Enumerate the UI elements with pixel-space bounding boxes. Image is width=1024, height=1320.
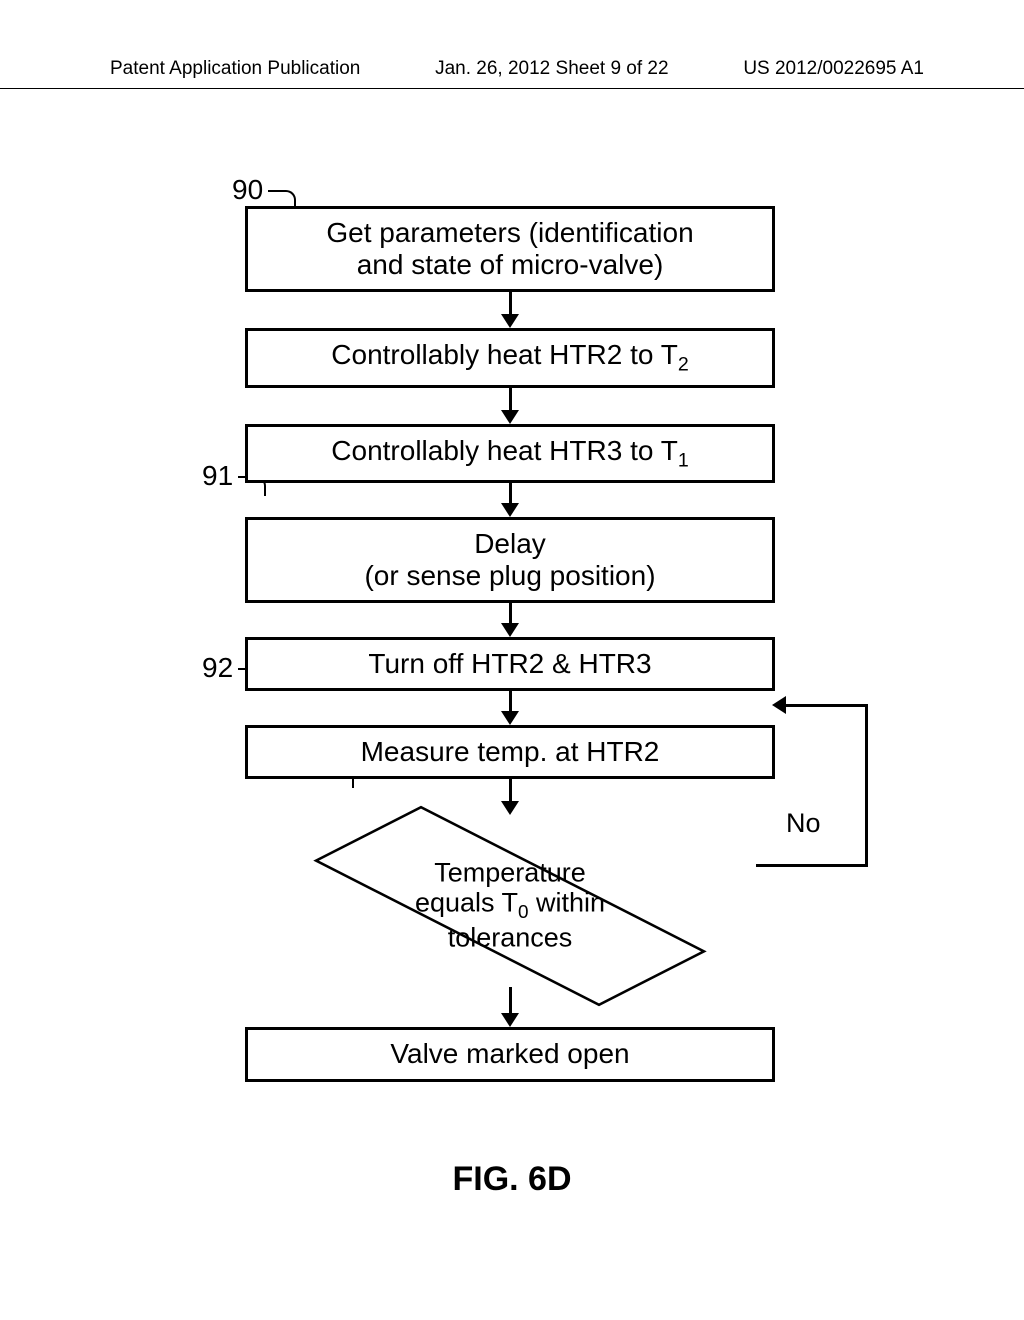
step7-text: Valve marked open — [390, 1038, 629, 1069]
step-heat-htr3: Controllably heat HTR3 to T1 — [245, 424, 775, 483]
step-turn-off: Turn off HTR2 & HTR3 — [245, 637, 775, 691]
step1-text-l2: and state of micro-valve) — [357, 249, 664, 280]
step-measure-temp: Measure temp. at HTR2 — [245, 725, 775, 779]
step2-text: Controllably heat HTR2 to T — [331, 339, 678, 370]
step-valve-open: Valve marked open — [245, 1027, 775, 1081]
step4-text-l1: Delay — [474, 528, 546, 559]
step-heat-htr2: Controllably heat HTR2 to T2 — [245, 328, 775, 387]
step-delay: Delay (or sense plug position) — [245, 517, 775, 603]
step6-text: Measure temp. at HTR2 — [361, 736, 660, 767]
step5-text: Turn off HTR2 & HTR3 — [368, 648, 651, 679]
decision-temperature: Temperature equals T0 within tolerances — [240, 821, 780, 991]
patent-header: Patent Application Publication Jan. 26, … — [0, 58, 1024, 89]
header-left: Patent Application Publication — [110, 58, 360, 80]
header-mid: Jan. 26, 2012 Sheet 9 of 22 — [435, 58, 668, 80]
decision-text: Temperature equals T0 within tolerances — [350, 859, 670, 954]
step3-sub: 1 — [678, 449, 689, 471]
arrow-icon — [501, 987, 519, 1027]
arrow-icon — [501, 292, 519, 328]
arrow-icon — [501, 691, 519, 725]
flowchart: Get parameters (identification and state… — [200, 180, 820, 1082]
step4-text-l2: (or sense plug position) — [364, 560, 655, 591]
step1-text-l1: Get parameters (identification — [326, 217, 693, 248]
no-label: No — [786, 808, 821, 839]
step3-text: Controllably heat HTR3 to T — [331, 435, 678, 466]
step-get-parameters: Get parameters (identification and state… — [245, 206, 775, 292]
step2-sub: 2 — [678, 354, 689, 376]
arrow-icon — [501, 388, 519, 424]
arrow-icon — [501, 603, 519, 637]
figure-caption: FIG. 6D — [452, 1160, 571, 1199]
header-right: US 2012/0022695 A1 — [743, 58, 924, 80]
arrow-icon — [501, 779, 519, 815]
arrow-icon — [501, 483, 519, 517]
